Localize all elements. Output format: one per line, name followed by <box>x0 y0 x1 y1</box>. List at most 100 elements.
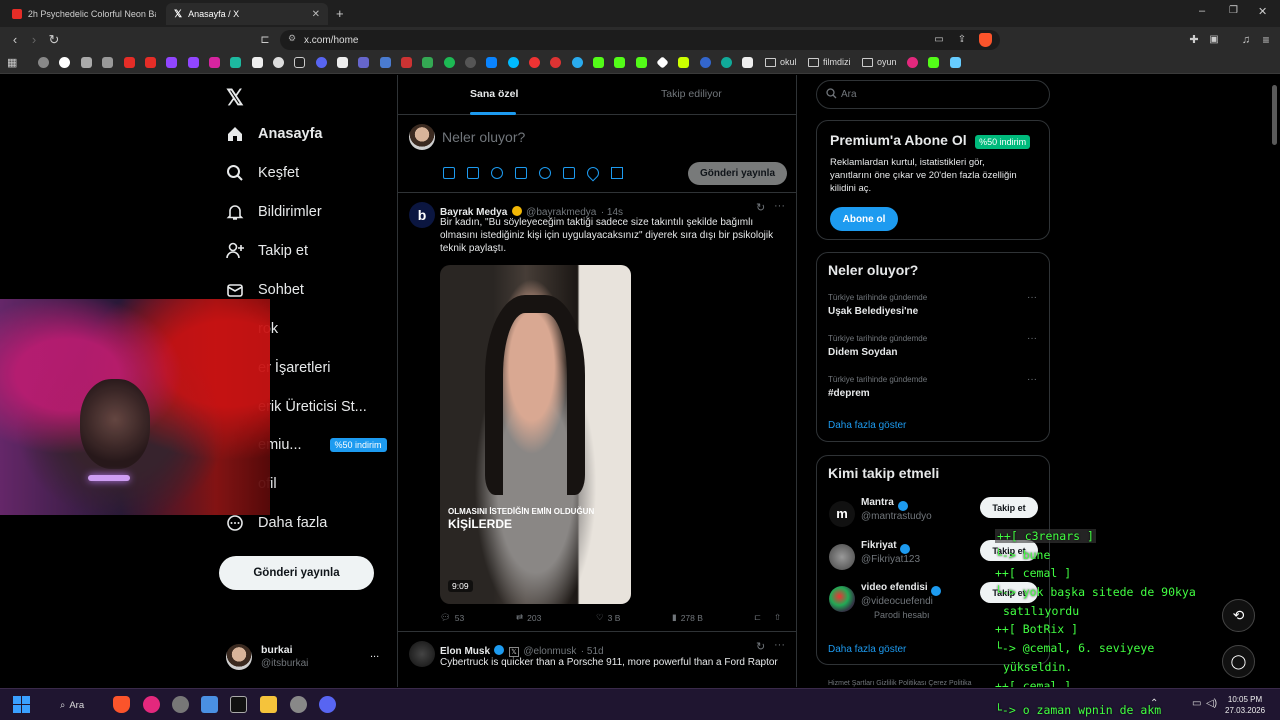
page-scrollbar[interactable] <box>1272 85 1277 145</box>
messages-fab-icon[interactable]: ◯ <box>1222 645 1255 678</box>
cast-icon[interactable]: ▭ <box>930 31 948 49</box>
avatar[interactable] <box>409 641 435 667</box>
bookmark-icon-youtube[interactable] <box>124 57 135 68</box>
composer-input[interactable]: Neler oluyor? <box>442 129 525 145</box>
photos-taskbar-icon[interactable] <box>201 696 218 713</box>
bookmark-icon-twitch[interactable] <box>166 57 177 68</box>
bookmark-icon-tiktok[interactable] <box>294 57 305 68</box>
apps-grid-icon[interactable]: ▦ <box>7 56 17 69</box>
schedule-icon[interactable] <box>563 167 575 179</box>
bookmark-icon-generic[interactable] <box>230 57 241 68</box>
bookmark-icon-generic[interactable] <box>358 57 369 68</box>
bookmark-icon-kick[interactable] <box>636 57 647 68</box>
bookmark-icon-generic[interactable] <box>700 57 711 68</box>
grok-explain-icon[interactable]: ↻ <box>756 201 765 214</box>
bookmark-icon-generic[interactable] <box>380 57 391 68</box>
bookmark-icon-google[interactable] <box>59 57 70 68</box>
bookmark-icon-generic[interactable] <box>102 57 113 68</box>
follow-button[interactable]: Takip et <box>980 497 1038 518</box>
browser-tab-x[interactable]: 𝕏 Anasayfa / X ✕ <box>166 3 328 25</box>
reply-button[interactable]: 💬︎ 53 <box>440 612 464 623</box>
bookmark-icon-spotify[interactable] <box>444 57 455 68</box>
app-taskbar-icon[interactable] <box>230 696 247 713</box>
emoji-icon[interactable] <box>539 167 551 179</box>
more-dots-icon[interactable]: ··· <box>774 200 785 212</box>
extensions-icon[interactable]: ✚ <box>1185 31 1203 49</box>
bookmark-icon-generic[interactable] <box>465 57 476 68</box>
bookmark-tweet-button[interactable]: ⊏ <box>754 612 761 623</box>
share-icon[interactable]: ⇪ <box>953 31 971 49</box>
bookmark-icon-generic[interactable] <box>81 57 92 68</box>
bookmark-icon-x[interactable] <box>252 57 263 68</box>
trend-item[interactable]: Türkiye tarihinde gündemde #deprem <box>828 375 1038 399</box>
show-more-trends-link[interactable]: Daha fazla göster <box>828 420 906 431</box>
bookmark-icon-generic[interactable] <box>656 56 669 69</box>
sidebar-item-home[interactable]: Anasayfa <box>226 119 322 149</box>
gif-icon[interactable] <box>467 167 479 179</box>
forward-icon[interactable]: › <box>25 31 43 49</box>
bookmark-folder-filmdizi[interactable]: filmdizi <box>808 57 851 67</box>
bookmark-icon-instagram[interactable] <box>209 57 220 68</box>
account-switcher[interactable]: burkai @itsburkai ... <box>226 642 386 672</box>
bookmark-icon-kick[interactable] <box>928 57 939 68</box>
windows-start-icon[interactable] <box>13 696 30 713</box>
footer-links[interactable]: Hizmet Şartları Gizlilik Politikası Çere… <box>828 680 972 687</box>
site-info-icon[interactable]: ⚙ <box>288 33 296 44</box>
search-input[interactable]: Ara <box>816 80 1050 109</box>
trend-item[interactable]: Türkiye tarihinde gündemde Uşak Belediye… <box>828 293 1038 317</box>
grok-fab-icon[interactable]: ⟲ <box>1222 599 1255 632</box>
location-icon[interactable] <box>584 164 602 182</box>
sidebar-item-follow[interactable]: Takip et <box>226 236 308 266</box>
image-icon[interactable] <box>443 167 455 179</box>
brave-taskbar-icon[interactable] <box>113 696 130 713</box>
file-explorer-taskbar-icon[interactable] <box>260 696 277 713</box>
url-field[interactable]: ⚙ x.com/home <box>280 30 1000 50</box>
battery-icon[interactable]: ▭ <box>1192 698 1201 709</box>
sidebar-post-button[interactable]: Gönderi yayınla <box>219 556 374 590</box>
tab-for-you[interactable]: Sana özel <box>470 88 518 100</box>
media-player-taskbar-icon[interactable] <box>143 696 160 713</box>
taskbar-search[interactable]: ⌕ Ara <box>50 695 100 715</box>
maximize-icon[interactable]: ❐ <box>1229 5 1238 16</box>
brave-shield-icon[interactable] <box>979 33 992 47</box>
poll-icon[interactable] <box>515 167 527 179</box>
volume-icon[interactable]: ◁) <box>1206 698 1217 709</box>
reload-icon[interactable]: ↻ <box>45 31 63 49</box>
repost-button[interactable]: ⇄ 203 <box>516 612 541 623</box>
bookmark-icon-generic[interactable] <box>486 57 497 68</box>
bookmark-icon-kick[interactable] <box>614 57 625 68</box>
subscribe-button[interactable]: Abone ol <box>830 207 898 231</box>
new-tab-button[interactable]: + <box>336 6 344 21</box>
more-dots-icon[interactable]: ··· <box>1027 374 1037 385</box>
tab-following[interactable]: Takip ediliyor <box>661 88 722 100</box>
grok-tool-icon[interactable] <box>491 167 503 179</box>
bookmark-icon-kick[interactable] <box>593 57 604 68</box>
close-tab-icon[interactable]: ✕ <box>312 9 320 20</box>
bookmark-icon-generic[interactable] <box>721 57 732 68</box>
trend-item[interactable]: Türkiye tarihinde gündemde Didem Soydan <box>828 334 1038 358</box>
grok-explain-icon[interactable]: ↻ <box>756 640 765 653</box>
bookmark-folder-okul[interactable]: okul <box>765 57 797 67</box>
bookmark-icon-history[interactable] <box>38 57 49 68</box>
bookmark-icon-generic[interactable] <box>742 57 753 68</box>
taskbar-clock[interactable]: 10:05 PM 27.03.2026 <box>1225 694 1265 716</box>
bookmark-icon-generic[interactable] <box>508 57 519 68</box>
views-button[interactable]: ▮ 278 B <box>672 612 703 623</box>
sidebar-toggle-icon[interactable]: ▣ <box>1205 31 1223 49</box>
bookmark-icon-gmail[interactable] <box>401 57 412 68</box>
bookmark-icon-telegram[interactable] <box>572 57 583 68</box>
app-taskbar-icon[interactable] <box>172 696 189 713</box>
bookmark-icon-generic[interactable] <box>273 57 284 68</box>
sidebar-item-explore[interactable]: Keşfet <box>226 158 299 188</box>
like-button[interactable]: ♡ 3 B <box>596 612 620 623</box>
minimize-icon[interactable]: – <box>1199 5 1205 17</box>
media-icon[interactable]: ♫ <box>1237 31 1255 49</box>
bookmark-icon-drive[interactable] <box>422 57 433 68</box>
bookmark-icon-generic[interactable] <box>678 57 689 68</box>
bookmark-icon-generic[interactable] <box>550 57 561 68</box>
bookmark-icon-generic[interactable] <box>337 57 348 68</box>
flag-icon[interactable] <box>611 167 623 179</box>
composer-post-button[interactable]: Gönderi yayınla <box>688 162 787 185</box>
tweet-video[interactable]: OLMASINI İSTEDİĞİN EMİN OLDUĞUN KİŞİLERD… <box>440 265 631 604</box>
more-dots-icon[interactable]: ··· <box>774 639 785 651</box>
